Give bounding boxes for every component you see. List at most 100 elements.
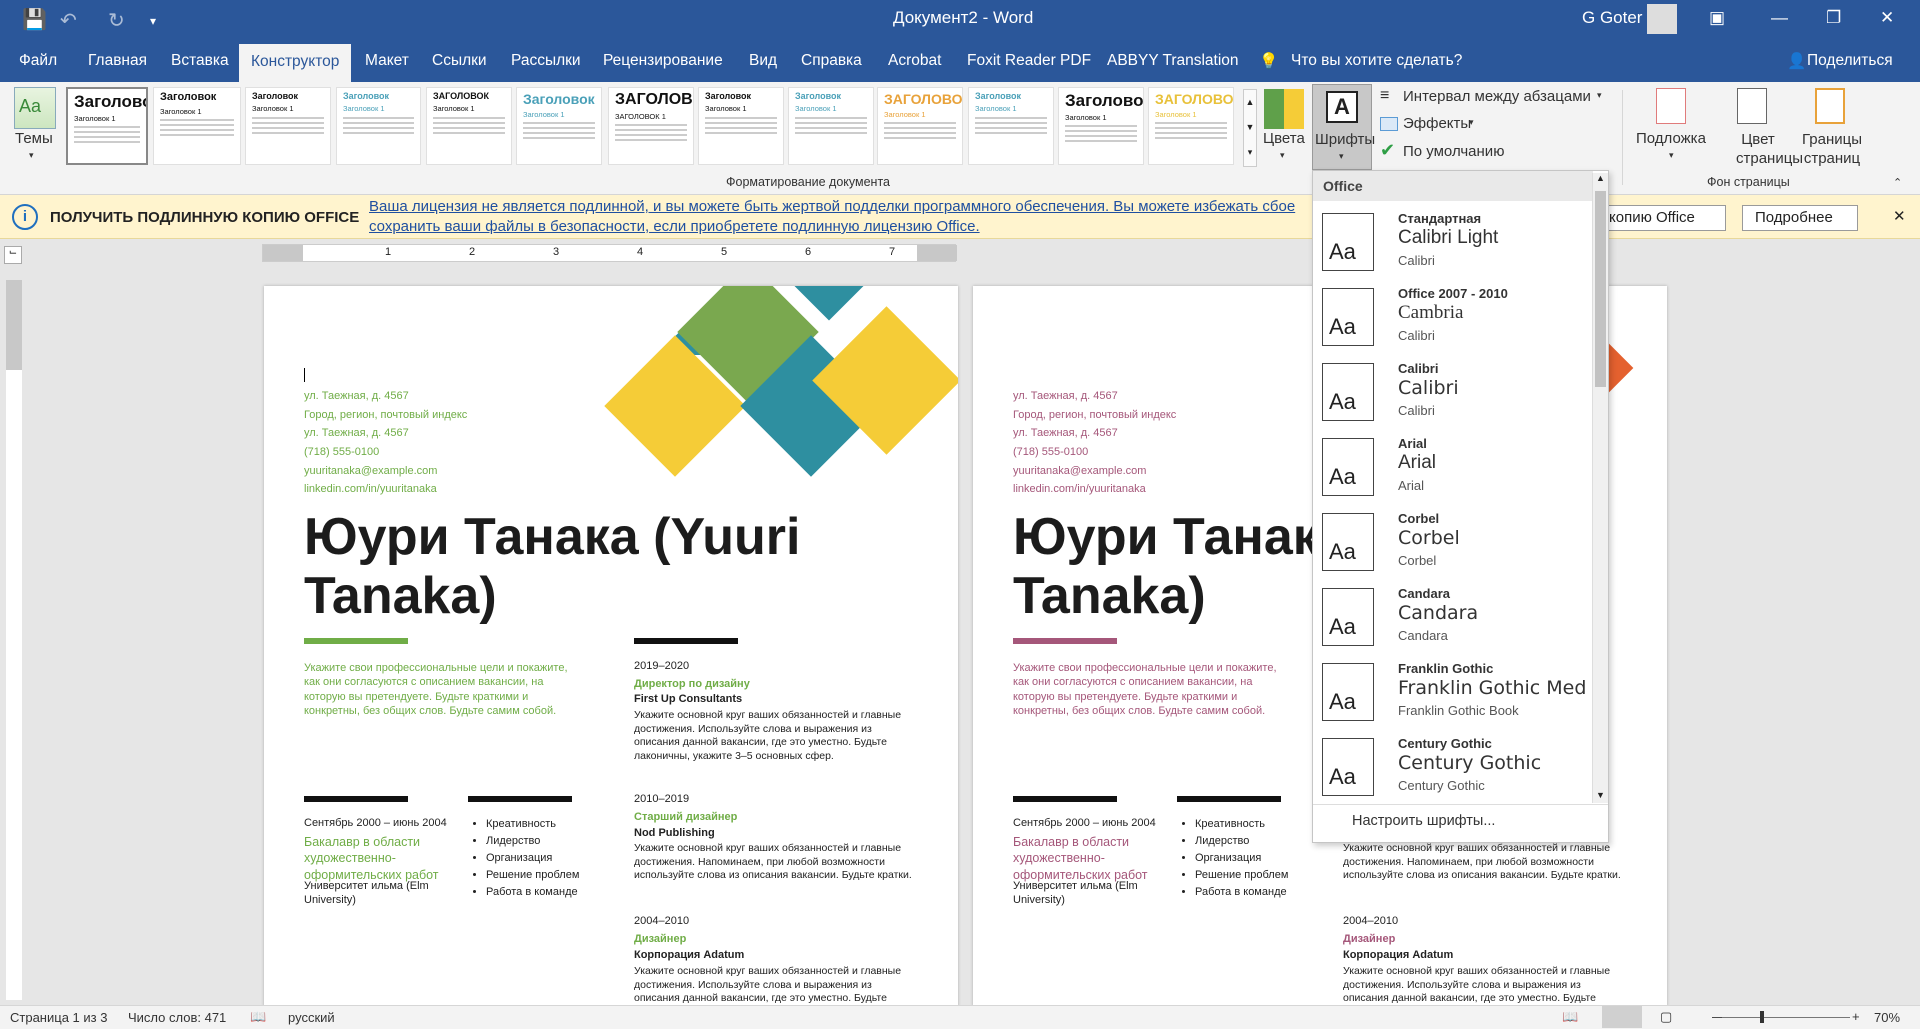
maximize-icon[interactable]: ❐ <box>1826 8 1841 28</box>
dropdown-scrollbar[interactable]: ▲ ▼ <box>1592 173 1608 803</box>
get-office-button[interactable]: копию Office <box>1596 205 1726 231</box>
page-borders-button[interactable]: Границы страниц <box>1800 130 1864 168</box>
style-set-7[interactable]: ЗАГОЛОВОК ЗАГОЛОВОК 1 <box>608 87 694 165</box>
message-link-line1[interactable]: Ваша лицензия не является подлинной, и в… <box>369 198 1295 215</box>
tell-me-search[interactable]: Что вы хотите сделать? <box>1291 52 1462 70</box>
style-set-2[interactable]: Заголовок Заголовок 1 <box>153 87 241 165</box>
chevron-down-icon[interactable]: ▾ <box>29 150 34 161</box>
font-option[interactable]: Aa Candara Candara Candara <box>1313 580 1589 655</box>
print-layout-icon[interactable] <box>1602 1006 1642 1028</box>
style-subheading: ЗАГОЛОВОК 1 <box>615 111 666 121</box>
message-link-line2[interactable]: сохранить ваши файлы в безопасности, есл… <box>369 218 980 235</box>
page-color-icon[interactable] <box>1737 88 1767 124</box>
style-set-9[interactable]: Заголовок Заголовок 1 <box>788 87 874 165</box>
style-set-13[interactable]: ЗАГОЛОВОК Заголовок 1 <box>1148 87 1234 165</box>
effects-button[interactable]: Эффекты <box>1403 115 1471 132</box>
scroll-down-icon[interactable]: ▼ <box>1596 790 1605 800</box>
chevron-down-icon[interactable]: ▾ <box>1280 150 1285 161</box>
watermark-icon[interactable] <box>1656 88 1686 124</box>
horizontal-ruler[interactable]: 1 2 3 4 5 6 7 <box>262 244 957 262</box>
font-option[interactable]: Aa Стандартная Calibri Light Calibri <box>1313 205 1589 280</box>
colors-button[interactable]: Цвета <box>1263 130 1305 147</box>
style-set-1[interactable]: Заголовок Заголовок 1 <box>66 87 148 165</box>
text-placeholder-line <box>343 121 414 124</box>
tab-layout[interactable]: Макет <box>365 52 409 70</box>
effects-icon[interactable] <box>1380 117 1398 131</box>
save-icon[interactable]: 💾 <box>22 7 47 32</box>
collapse-ribbon-icon[interactable]: ⌃ <box>1893 176 1902 189</box>
tab-review[interactable]: Рецензирование <box>603 52 723 70</box>
zoom-level[interactable]: 70% <box>1874 1010 1900 1025</box>
chevron-down-icon[interactable]: ▾ <box>1597 90 1602 101</box>
style-set-11[interactable]: Заголовок Заголовок 1 <box>968 87 1054 165</box>
share-button[interactable]: Поделиться <box>1807 52 1893 70</box>
style-set-6[interactable]: Заголовок Заголовок 1 <box>516 87 602 165</box>
tab-abbyy[interactable]: ABBYY Translation <box>1107 52 1239 70</box>
ruler-tick: 3 <box>553 246 560 258</box>
tab-file[interactable]: Файл <box>19 52 57 70</box>
zoom-in-icon[interactable]: + <box>1852 1009 1860 1024</box>
style-set-10[interactable]: ЗАГОЛОВОК Заголовок 1 <box>877 87 963 165</box>
style-set-12[interactable]: Заголовок Заголовок 1 <box>1058 87 1144 165</box>
page-count[interactable]: Страница 1 из 3 <box>10 1010 107 1025</box>
share-icon[interactable]: 👤 <box>1787 52 1806 71</box>
close-icon[interactable]: ✕ <box>1880 8 1894 28</box>
vertical-ruler[interactable] <box>6 280 22 1000</box>
tab-mailings[interactable]: Рассылки <box>511 52 581 70</box>
colors-icon[interactable] <box>1264 89 1304 129</box>
document-page-1[interactable]: ул. Таежная, д. 4567 Город, регион, почт… <box>264 286 958 1006</box>
tab-help[interactable]: Справка <box>801 52 862 70</box>
minimize-icon[interactable]: — <box>1771 8 1788 28</box>
font-option[interactable]: Aa Corbel Corbel Corbel <box>1313 505 1589 580</box>
paragraph-spacing-icon[interactable]: ≡ <box>1380 87 1389 105</box>
ribbon-display-icon[interactable]: ▣ <box>1709 8 1725 28</box>
style-subheading: Заголовок 1 <box>74 113 116 123</box>
watermark-button[interactable]: Подложка <box>1636 130 1706 147</box>
tab-insert[interactable]: Вставка <box>171 52 229 70</box>
font-option[interactable]: Aa Franklin Gothic Franklin Gothic Med Fran… <box>1313 655 1589 730</box>
style-set-5[interactable]: ЗАГОЛОВОК Заголовок 1 <box>426 87 512 165</box>
font-option[interactable]: Aa Office 2007 - 2010 Cambria Calibri <box>1313 280 1589 355</box>
tab-acrobat[interactable]: Acrobat <box>888 52 941 70</box>
page-color-button[interactable]: Цвет страницы <box>1736 130 1803 168</box>
font-option[interactable]: Aa Calibri Calibri Calibri <box>1313 355 1589 430</box>
language[interactable]: русский <box>288 1010 335 1025</box>
scroll-up-icon[interactable]: ▲ <box>1596 173 1605 183</box>
tab-selector[interactable]: ⌙ <box>4 246 22 264</box>
style-set-8[interactable]: Заголовок Заголовок 1 <box>698 87 784 165</box>
scrollbar-thumb[interactable] <box>1595 191 1606 387</box>
tab-design[interactable]: Конструктор <box>239 44 352 82</box>
chevron-down-icon[interactable]: ▾ <box>1669 150 1674 161</box>
learn-more-button[interactable]: Подробнее <box>1742 205 1858 231</box>
read-mode-icon[interactable]: 📖 <box>1562 1009 1578 1025</box>
tab-foxit[interactable]: Foxit Reader PDF <box>967 52 1091 70</box>
style-set-3[interactable]: Заголовок Заголовок 1 <box>245 87 331 165</box>
themes-button[interactable]: Темы <box>15 130 53 147</box>
customize-fonts-link[interactable]: Настроить шрифты... <box>1352 813 1495 829</box>
themes-icon[interactable]: Aa <box>14 87 56 129</box>
font-option[interactable]: Aa Century Gothic Century Gothic Century Go… <box>1313 730 1589 805</box>
undo-icon[interactable]: ↶ <box>60 8 77 33</box>
page-borders-icon[interactable] <box>1815 88 1845 124</box>
zoom-slider[interactable] <box>1722 1017 1850 1018</box>
font-option[interactable]: Aa Arial Arial Arial <box>1313 430 1589 505</box>
word-count[interactable]: Число слов: 471 <box>128 1010 226 1025</box>
proofing-icon[interactable]: 📖 <box>250 1009 266 1025</box>
style-set-4[interactable]: Заголовок Заголовок 1 <box>336 87 421 165</box>
tab-home[interactable]: Главная <box>88 52 147 70</box>
tab-references[interactable]: Ссылки <box>432 52 487 70</box>
web-layout-icon[interactable]: ▢ <box>1660 1009 1672 1025</box>
redo-icon[interactable]: ↻ <box>108 8 125 33</box>
zoom-slider-thumb[interactable] <box>1760 1011 1764 1023</box>
customize-quick-access-icon[interactable]: ▾ <box>150 14 156 28</box>
fonts-button[interactable]: A Шрифты ▾ <box>1312 84 1375 170</box>
set-default-button[interactable]: По умолчанию <box>1403 143 1504 160</box>
tab-view[interactable]: Вид <box>749 52 777 70</box>
chevron-down-icon[interactable]: ▾ <box>1469 117 1474 128</box>
avatar[interactable] <box>1647 4 1677 34</box>
user-name[interactable]: G Goter <box>1582 8 1642 28</box>
close-icon[interactable]: ✕ <box>1893 207 1906 225</box>
gallery-scroll[interactable]: ▲ ▼ ▾ <box>1243 89 1257 167</box>
check-circle-icon[interactable]: ✔ <box>1380 140 1395 161</box>
paragraph-spacing-button[interactable]: Интервал между абзацами <box>1403 88 1591 105</box>
